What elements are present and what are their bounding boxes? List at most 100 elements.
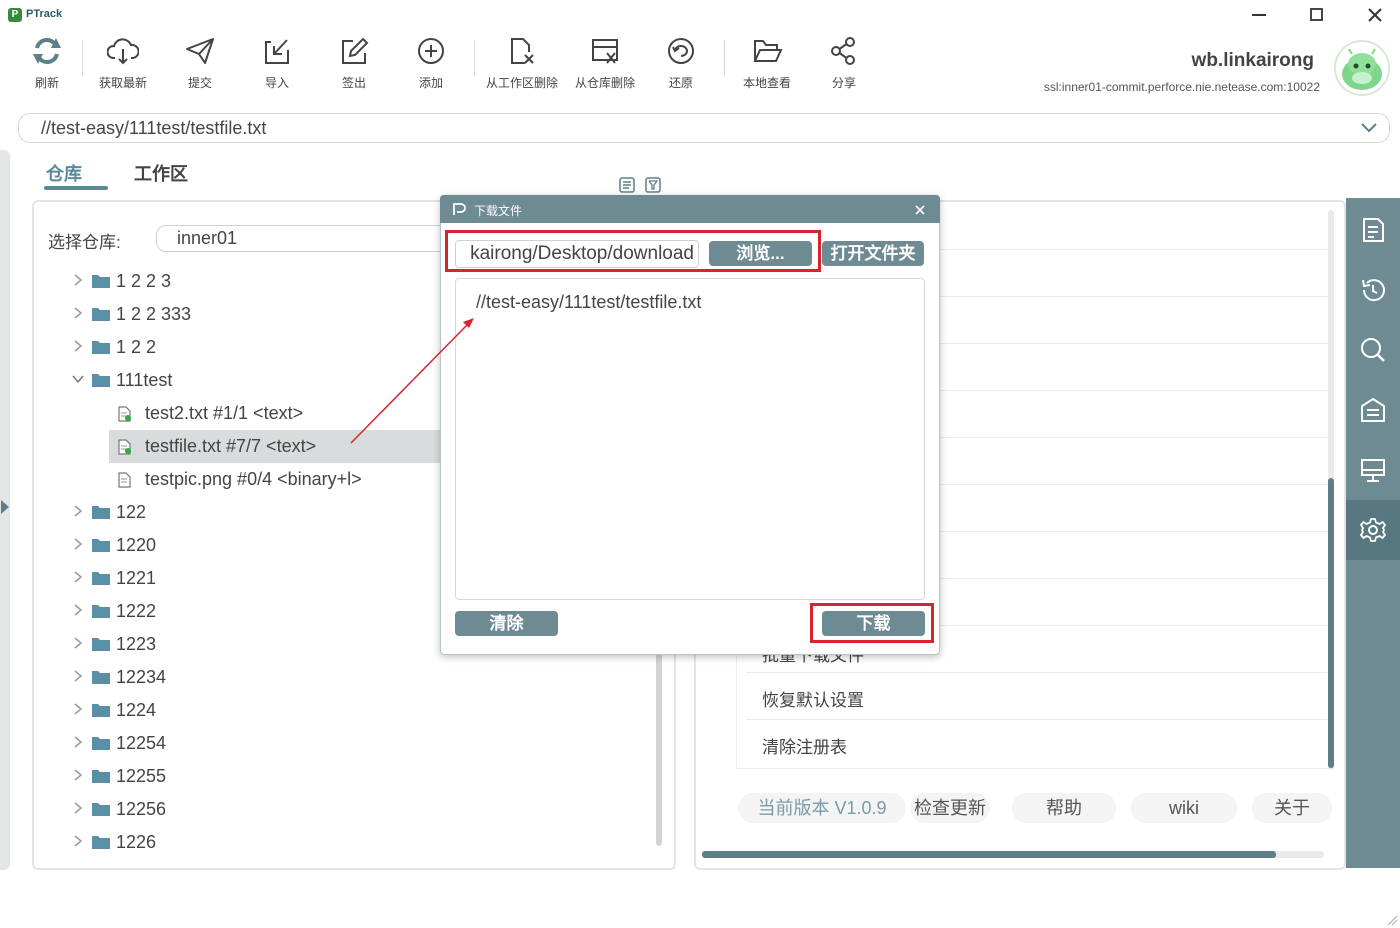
folder-icon [92, 737, 110, 750]
app-logo-icon [452, 202, 466, 216]
open-folder-button[interactable]: 打开文件夹 [822, 241, 924, 266]
left-collapse-bar[interactable] [0, 150, 10, 870]
settings-item-clear-registry[interactable]: 清除注册表 [762, 733, 847, 758]
settings-item-restore-defaults[interactable]: 恢复默认设置 [762, 686, 864, 711]
chevron-down-icon[interactable] [72, 373, 84, 385]
remove-depot-button[interactable]: 从仓库删除 [570, 36, 640, 96]
tree-file-row[interactable]: testfile.txt #7/7 <text> [109, 430, 440, 463]
tree-folder-row[interactable]: 1220 [34, 529, 440, 562]
remove-workspace-button[interactable]: 从工作区删除 [486, 36, 558, 96]
chevron-right-icon[interactable] [72, 769, 84, 781]
get-latest-button[interactable]: 获取最新 [88, 36, 158, 96]
tree-file-row[interactable]: testpic.png #0/4 <binary+l> [34, 463, 440, 496]
avatar[interactable] [1334, 40, 1390, 96]
dialog-close-icon[interactable] [912, 202, 928, 218]
help-button[interactable]: 帮助 [1012, 793, 1116, 823]
tab-depot[interactable]: 仓库 [46, 160, 82, 186]
tree-folder-row[interactable]: 111test [34, 364, 440, 397]
tree-folder-row[interactable]: 122 [34, 496, 440, 529]
sidebar-item-history[interactable] [1346, 260, 1400, 320]
tree-file-row[interactable]: test2.txt #1/1 <text> [34, 397, 440, 430]
folder-icon [92, 803, 110, 816]
refresh-button[interactable]: 刷新 [12, 36, 82, 96]
chevron-right-icon[interactable] [72, 274, 84, 286]
minimize-button[interactable] [1244, 4, 1274, 26]
add-button[interactable]: 添加 [396, 36, 466, 96]
depot-select[interactable]: inner01 [156, 225, 456, 252]
add-circle-icon [418, 38, 444, 64]
chevron-right-icon[interactable] [72, 835, 84, 847]
chevron-right-icon[interactable] [72, 670, 84, 682]
tree-folder-row[interactable]: 12234 [34, 661, 440, 694]
tree-folder-row[interactable]: 1 2 2 [34, 331, 440, 364]
tree-folder-row[interactable]: 1223 [34, 628, 440, 661]
highlight-box-download [810, 603, 934, 643]
settings-divider [746, 719, 1330, 720]
tree-folder-row[interactable]: 1 2 2 333 [34, 298, 440, 331]
sidebar-item-workstation[interactable] [1346, 440, 1400, 500]
chevron-right-icon[interactable] [72, 307, 84, 319]
tree-folder-row[interactable]: 12255 [34, 760, 440, 793]
resize-grip-icon[interactable] [1386, 914, 1398, 926]
tree-folder-row[interactable]: 12256 [34, 793, 440, 826]
dialog-title: 下载文件 [474, 204, 523, 218]
close-button[interactable] [1360, 4, 1390, 26]
tree-item-label: 1220 [116, 535, 157, 555]
clear-button[interactable]: 清除 [455, 611, 558, 636]
file-icon [118, 406, 131, 422]
tree-item-label: 12254 [116, 733, 167, 753]
title-bar: P PTrack [0, 0, 1400, 30]
android-avatar-icon [1336, 42, 1388, 94]
filter-icon[interactable] [645, 177, 661, 193]
chevron-right-icon[interactable] [72, 340, 84, 352]
tree-folder-row[interactable]: 1226 [34, 826, 440, 859]
import-label: 导入 [264, 76, 289, 90]
sidebar-item-settings[interactable] [1346, 500, 1400, 560]
folder-icon [92, 308, 110, 321]
about-button[interactable]: 关于 [1252, 793, 1332, 823]
checkout-button[interactable]: 签出 [319, 36, 389, 96]
footer-scrollbar[interactable] [702, 851, 1276, 858]
tree-folder-row[interactable]: 1221 [34, 562, 440, 595]
chevron-right-icon[interactable] [72, 637, 84, 649]
settings-scrollbar[interactable] [1328, 478, 1334, 768]
maximize-button[interactable] [1302, 4, 1332, 26]
download-file-item[interactable]: //test-easy/111test/testfile.txt [476, 292, 701, 313]
list-view-icon[interactable] [619, 177, 635, 193]
revert-button[interactable]: 还原 [646, 36, 716, 96]
local-view-button[interactable]: 本地查看 [732, 36, 802, 96]
path-selector[interactable]: //test-easy/111test/testfile.txt [18, 113, 1390, 143]
chevron-right-icon[interactable] [72, 505, 84, 517]
chevron-right-icon[interactable] [72, 538, 84, 550]
tree-folder-row[interactable]: 12254 [34, 727, 440, 760]
chevron-right-icon[interactable] [72, 604, 84, 616]
tree-item-label: test2.txt #1/1 <text> [145, 403, 304, 423]
tree-folder-row[interactable]: 1224 [34, 694, 440, 727]
chevron-down-icon [1361, 123, 1377, 133]
submit-label: 提交 [187, 76, 212, 90]
tree-folder-row[interactable]: 1 2 2 3 [34, 265, 440, 298]
chevron-right-icon[interactable] [72, 802, 84, 814]
edit-icon [342, 37, 369, 64]
submit-button[interactable]: 提交 [165, 36, 235, 96]
share-button[interactable]: 分享 [809, 36, 879, 96]
tree-item-label: testfile.txt #7/7 <text> [145, 436, 317, 456]
tab-workspace[interactable]: 工作区 [134, 160, 188, 186]
chevron-right-icon[interactable] [72, 736, 84, 748]
sidebar-item-changelist[interactable] [1346, 200, 1400, 260]
folder-icon [92, 770, 110, 783]
tree-folder-row[interactable]: 1222 [34, 595, 440, 628]
import-button[interactable]: 导入 [242, 36, 312, 96]
server-address: ssl:inner01-commit.perforce.nie.netease.… [1043, 80, 1320, 94]
sidebar-item-stash[interactable] [1346, 380, 1400, 440]
sidebar-item-search[interactable] [1346, 320, 1400, 380]
chevron-right-icon[interactable] [72, 703, 84, 715]
chevron-right-icon[interactable] [72, 571, 84, 583]
remove-depot-label: 从仓库删除 [574, 76, 635, 90]
search-icon [1361, 338, 1385, 362]
check-update-button[interactable]: 检查更新 [910, 793, 990, 823]
wiki-button[interactable]: wiki [1131, 793, 1237, 823]
download-file-list[interactable] [455, 278, 925, 600]
tree-scrollbar[interactable] [656, 650, 662, 846]
tree-item-label: 12256 [116, 799, 167, 819]
